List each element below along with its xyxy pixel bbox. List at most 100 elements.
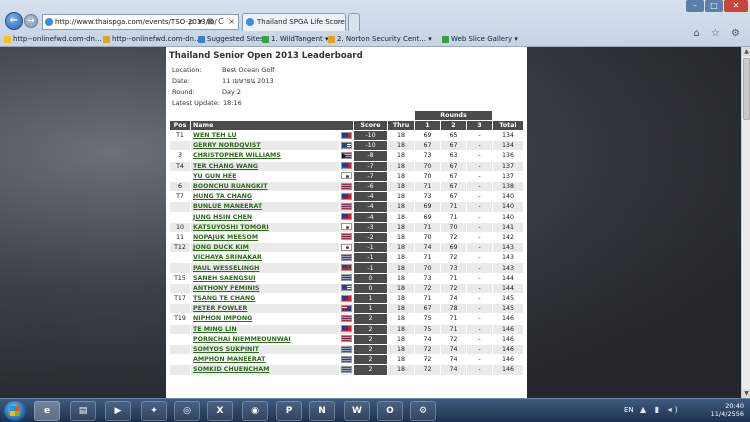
total-cell: 145	[493, 294, 523, 304]
player-link[interactable]: NOPAJUK MEESOM	[193, 234, 258, 241]
tab-close-icon[interactable]: ×	[336, 14, 342, 30]
player-link[interactable]: VICHAYA SRINAKAR	[193, 254, 262, 261]
name-header: Name	[191, 121, 353, 130]
score-cell: 1	[354, 304, 387, 314]
powerpoint-icon[interactable]: P	[276, 401, 302, 421]
country-flag-icon	[341, 141, 352, 149]
round1-cell: 69	[415, 212, 440, 222]
thru-cell: 18	[388, 344, 414, 355]
player-link[interactable]: KATSUYOSHI TOMORI	[193, 224, 269, 231]
player-name-cell: TSANG TE CHANG	[191, 294, 339, 304]
round2-cell: 65	[441, 131, 466, 141]
player-link[interactable]: JONG DUCK KIM	[193, 244, 249, 251]
round1-cell: 71	[415, 294, 440, 304]
steering-wheel-app-icon[interactable]: ◎	[174, 401, 200, 421]
leaderboard-panel: Thailand Senior Open 2013 Leaderboard Lo…	[166, 47, 527, 398]
player-name-cell: VICHAYA SRINAKAR	[191, 253, 339, 263]
round3-cell: -	[467, 324, 492, 334]
country-flag-icon	[341, 172, 352, 180]
onenote-icon[interactable]: N	[309, 401, 335, 421]
player-link[interactable]: NIPHON IMPONG	[193, 315, 252, 322]
position-cell: T4	[170, 161, 190, 171]
thru-cell: 18	[388, 324, 414, 334]
player-link[interactable]: TSANG TE CHANG	[193, 295, 255, 302]
player-link[interactable]: TE MING LIN	[193, 326, 237, 333]
player-link[interactable]: JUNG HSIN CHEN	[193, 214, 252, 221]
round1-cell: 74	[415, 243, 440, 253]
back-button[interactable]: ←	[5, 12, 23, 30]
total-header: Total	[493, 121, 523, 130]
table-row: T15 SANEH SAENGSUI 0 18 73 71-144	[170, 273, 523, 283]
round2-cell: 70	[441, 222, 466, 232]
address-bar[interactable]: http://www.thaispga.com/events/TSO-2013/…	[42, 14, 239, 30]
score-cell: -1	[354, 243, 387, 253]
player-link[interactable]: TER CHANG WANG	[193, 163, 258, 170]
score-cell: 2	[354, 365, 387, 375]
internet-explorer-icon[interactable]: e	[34, 401, 60, 421]
player-link[interactable]: CHRISTOPHER WILLIAMS	[193, 152, 281, 159]
thru-cell: 18	[388, 192, 414, 202]
pin-app-icon[interactable]: ✦	[141, 401, 167, 421]
tab-leaderboard[interactable]: Thailand SPGA Life Scorebo... ×	[242, 13, 346, 31]
media-player-icon[interactable]: ▶	[105, 401, 131, 421]
language-indicator[interactable]: EN	[624, 406, 634, 414]
minimize-button[interactable]: –	[686, 0, 704, 12]
round3-cell: -	[467, 283, 492, 293]
player-link[interactable]: BUNLUE MANEERAT	[193, 203, 262, 210]
flag-cell	[340, 294, 353, 304]
player-link[interactable]: PAUL WESSELINGH	[193, 265, 259, 272]
flag-cell	[340, 365, 353, 375]
player-link[interactable]: PORNCHAI NIEMMEOUNWAI	[193, 336, 291, 343]
tray-icons[interactable]: ▲ ▮ ◂)	[640, 405, 681, 414]
scroll-thumb[interactable]	[743, 58, 750, 120]
clock[interactable]: 20:40 11/4/2556	[711, 402, 744, 418]
excel-icon[interactable]: X	[207, 401, 233, 421]
player-link[interactable]: BOONCHU RUANGKIT	[193, 183, 268, 190]
taskbar: e ▤ ▶ ✦ ◎ X ◉ P N W O ⚙ EN ▲ ▮ ◂) 20:40 11/4/2556	[0, 398, 750, 422]
player-link[interactable]: SOMYOS SUKPINIT	[193, 346, 259, 353]
country-flag-icon	[341, 131, 352, 139]
score-cell: -6	[354, 181, 387, 192]
round1-cell: 71	[415, 222, 440, 232]
round1-cell: 73	[415, 151, 440, 161]
player-link[interactable]: SOMKID CHUENCHAM	[193, 366, 269, 373]
table-row: T19 NIPHON IMPONG 2 18 75 71-146	[170, 314, 523, 324]
player-name-cell: JONG DUCK KIM	[191, 243, 339, 253]
date-value: 11 เมษายน 2013	[222, 77, 274, 85]
start-button[interactable]	[4, 401, 26, 421]
scroll-down-icon[interactable]: ▼	[742, 389, 750, 398]
chrome-icon[interactable]: ◉	[242, 401, 268, 421]
round1-cell: 71	[415, 181, 440, 192]
player-link[interactable]: SANEH SAENGSUI	[193, 275, 256, 282]
new-tab-button[interactable]	[348, 13, 360, 31]
vertical-scrollbar[interactable]: ▲ ▼	[741, 47, 750, 398]
maximize-button[interactable]: □	[705, 0, 723, 12]
player-link[interactable]: AMPHON MANEERAT	[193, 356, 265, 363]
pos-header: Pos	[170, 121, 190, 130]
suggested-sites-icon	[198, 36, 205, 43]
favorite-item[interactable]: http--onlinefwd.com-dn...	[103, 33, 201, 46]
player-link[interactable]: ANTHONY FEMINIS	[193, 285, 259, 292]
network-app-icon[interactable]: ⚙	[410, 401, 436, 421]
player-link[interactable]: GERRY NORDQVIST	[193, 142, 261, 149]
favorite-item[interactable]: Web Slice Gallery ▾	[442, 33, 518, 46]
player-link[interactable]: WEN TEH LU	[193, 132, 237, 139]
scroll-up-icon[interactable]: ▲	[742, 47, 750, 56]
player-link[interactable]: PETER FOWLER	[193, 305, 247, 312]
outlook-icon[interactable]: O	[377, 401, 403, 421]
player-link[interactable]: HUNG TA CHANG	[193, 193, 252, 200]
table-row: T7 HUNG TA CHANG -4 18 73 67-140	[170, 192, 523, 202]
date-row: Date: 11 เมษายน 2013	[172, 77, 274, 85]
favorite-item[interactable]: 2. Norton Security Cent... ▾	[328, 33, 432, 46]
favorite-item[interactable]: http--onlinefwd.com-dn...	[4, 33, 102, 46]
word-icon[interactable]: W	[344, 401, 370, 421]
favorite-item[interactable]: 1. WildTangent ▾	[262, 33, 329, 46]
close-window-button[interactable]: ✕	[724, 0, 748, 12]
position-cell: T12	[170, 243, 190, 253]
forward-button[interactable]: →	[24, 14, 38, 28]
file-explorer-icon[interactable]: ▤	[70, 401, 96, 421]
table-row: SOMKID CHUENCHAM 2 18 72 74-146	[170, 365, 523, 375]
player-link[interactable]: YU GUN HEE	[193, 173, 236, 180]
address-tools[interactable]: ρ ▾ ⊠ C ×	[189, 15, 236, 29]
favorite-item[interactable]: Suggested Sites ▾	[198, 33, 269, 46]
